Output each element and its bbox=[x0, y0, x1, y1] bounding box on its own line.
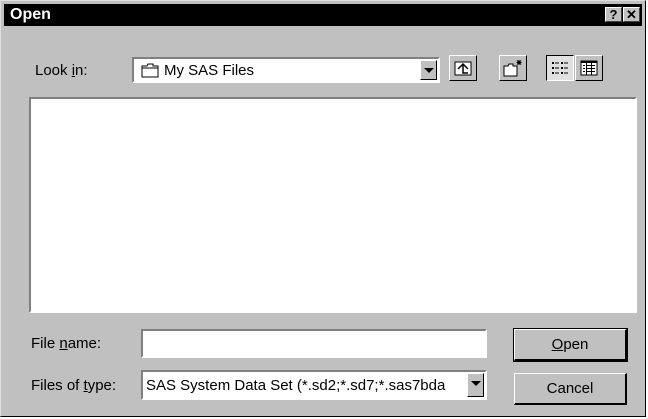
details-view-icon bbox=[580, 60, 598, 80]
create-new-folder-button[interactable] bbox=[499, 55, 527, 81]
files-of-type-value: SAS System Data Set (*.sd2;*.sd7;*.sas7b… bbox=[146, 377, 446, 394]
open-button[interactable]: Open bbox=[513, 328, 628, 362]
list-view-icon bbox=[551, 60, 569, 80]
title-bar: Open ? ✕ bbox=[4, 4, 642, 26]
look-in-dropdown-button[interactable] bbox=[420, 60, 437, 80]
create-new-folder-icon bbox=[503, 59, 523, 81]
files-of-type-combobox[interactable]: SAS System Data Set (*.sd2;*.sd7;*.sas7b… bbox=[141, 370, 487, 400]
up-one-level-icon bbox=[454, 59, 472, 81]
files-of-type-dropdown-button[interactable] bbox=[467, 373, 484, 397]
dialog-title: Open bbox=[10, 6, 51, 23]
file-name-input[interactable] bbox=[141, 329, 487, 358]
files-of-type-label: Files of type: bbox=[31, 377, 117, 394]
open-dialog: Open ? ✕ Look in: My SAS Files File name… bbox=[0, 0, 646, 417]
look-in-label: Look in: bbox=[35, 62, 88, 79]
file-list[interactable] bbox=[29, 97, 637, 313]
file-name-label: File name: bbox=[31, 335, 102, 352]
help-button[interactable]: ? bbox=[605, 7, 622, 22]
list-view-button[interactable] bbox=[546, 55, 574, 81]
look-in-value: My SAS Files bbox=[164, 62, 255, 79]
look-in-combobox[interactable]: My SAS Files bbox=[132, 57, 440, 83]
cancel-button[interactable]: Cancel bbox=[514, 373, 627, 405]
close-button[interactable]: ✕ bbox=[623, 7, 640, 22]
up-one-level-button[interactable] bbox=[449, 55, 477, 81]
details-view-button[interactable] bbox=[575, 55, 603, 81]
folder-icon bbox=[141, 63, 159, 82]
